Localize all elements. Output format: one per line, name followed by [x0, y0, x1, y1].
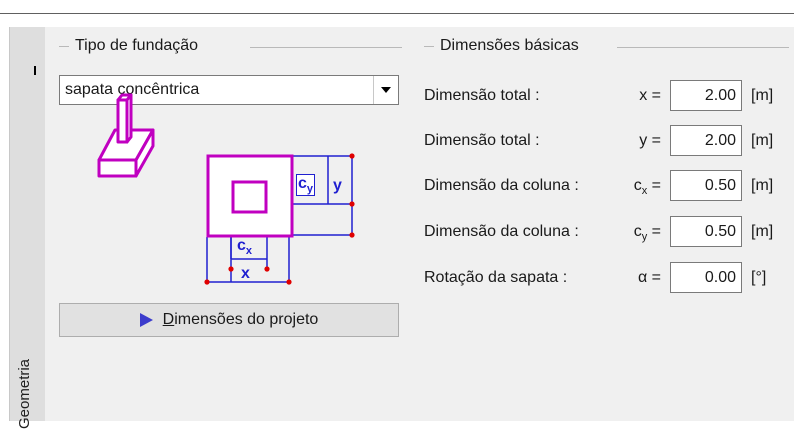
diagram-label-x: x [241, 265, 250, 282]
basic-dimensions-title: Dimensões básicas [440, 37, 579, 54]
row-unit: [m] [751, 177, 774, 194]
diagram-label-y: y [333, 177, 342, 194]
row-label: Dimensão total : [424, 132, 540, 149]
project-dimensions-button[interactable]: Dimensões do projeto [59, 303, 399, 337]
diagram-label-cy: cy [296, 174, 316, 197]
row-label: Dimensão total : [424, 87, 540, 104]
row-unit: [m] [751, 223, 774, 240]
project-dimensions-accelerator: D [162, 311, 175, 328]
row-symbol: y = [639, 132, 661, 149]
column-plan-rect [231, 180, 268, 214]
column-dimension-cx-input[interactable]: 0.50 [670, 170, 742, 201]
tab-marker [34, 66, 36, 75]
row-symbol: x = [639, 87, 661, 104]
foundation-diagram [97, 93, 355, 285]
sidebar-tab-geometry[interactable]: Geometria [9, 27, 46, 429]
footing-rotation-input[interactable]: 0.00 [670, 262, 742, 293]
total-dimension-x-input[interactable]: 2.00 [670, 80, 742, 111]
dimension-row-cy: Dimensão da coluna : cy = 0.50 [m] [424, 216, 794, 248]
top-divider [0, 13, 794, 14]
row-symbol: cx = [633, 177, 661, 198]
row-unit: [m] [751, 87, 774, 104]
row-unit: [m] [751, 132, 774, 149]
dimension-row-x: Dimensão total : x = 2.00 [m] [424, 80, 794, 112]
sidebar-tab-label: Geometria [16, 358, 33, 429]
row-label: Dimensão da coluna : [424, 223, 579, 240]
row-label: Rotação da sapata : [424, 269, 568, 286]
diagram-label-cx: cx [237, 237, 253, 258]
play-icon [139, 313, 153, 327]
basic-dimensions-group-title: Dimensões básicas [424, 37, 579, 55]
row-label: Dimensão da coluna : [424, 177, 579, 194]
column-dimension-cy-input[interactable]: 0.50 [670, 216, 742, 247]
group-line [617, 47, 789, 48]
row-symbol: α = [637, 269, 661, 286]
project-dimensions-label: imensões do projeto [174, 311, 319, 328]
row-symbol: cy = [633, 223, 661, 244]
dimension-row-rotation: Rotação da sapata : α = 0.00 [°] [424, 262, 794, 294]
dimension-row-cx: Dimensão da coluna : cx = 0.50 [m] [424, 170, 794, 202]
dimension-row-y: Dimensão total : y = 2.00 [m] [424, 125, 794, 157]
main-panel: Tipo de fundação sapata concêntrica cy y… [45, 27, 794, 421]
footing-3d-icon [97, 93, 155, 178]
row-unit: [°] [751, 269, 767, 286]
total-dimension-y-input[interactable]: 2.00 [670, 125, 742, 156]
